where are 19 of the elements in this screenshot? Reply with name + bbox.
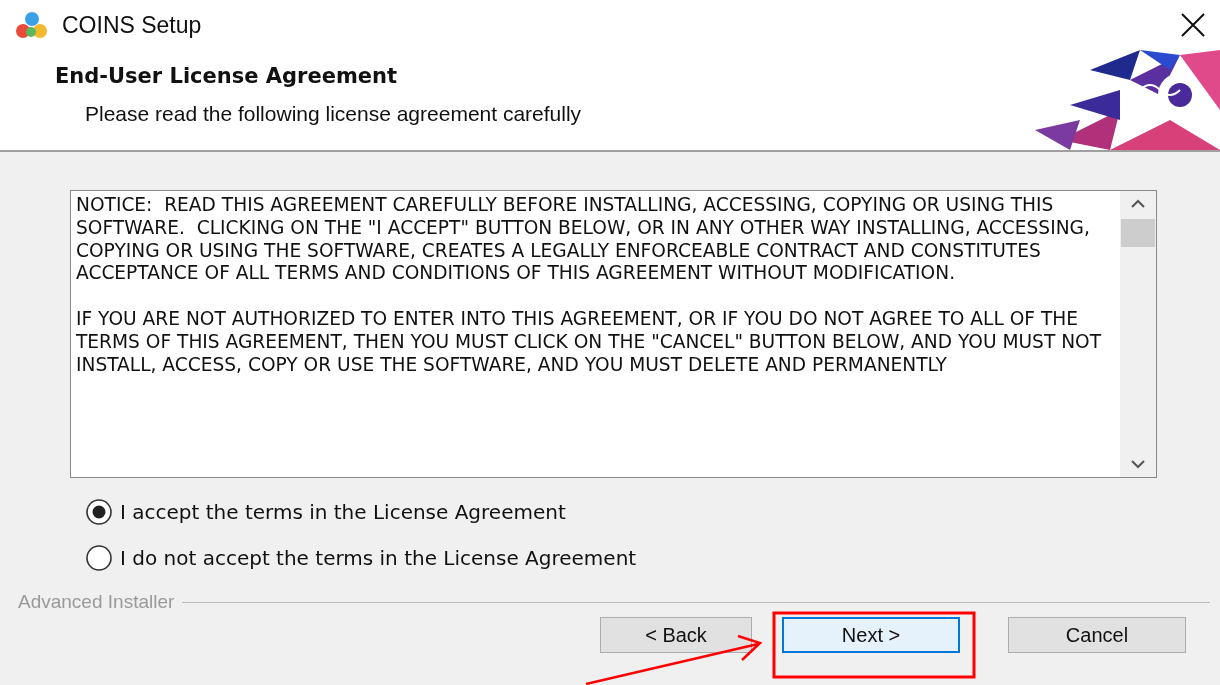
scroll-up-icon[interactable] <box>1130 199 1146 209</box>
app-icon <box>14 10 50 40</box>
license-paragraph: IF YOU ARE NOT AUTHORIZED TO ENTER INTO THIS AGREEMENT, OR IF YOU DO NOT AGREE TO ALL OF THE TERMS OF THIS AGREEMENT, THEN YOU MUST CLICK ON THE "CANCEL" BUTTON BELOW, AND YOU MUST NOT INSTALL, ACCESS, COPY OR USE THE SOFTWARE, AND YOU MUST DELETE AND PERMANENTLY <box>76 308 1103 377</box>
close-icon[interactable] <box>1180 12 1206 38</box>
wizard-button[interactable]: Next > <box>782 617 960 653</box>
window-title: COINS Setup <box>62 11 203 39</box>
radio-option[interactable]: I accept the terms in the License Agreement <box>85 498 566 526</box>
header-title: End-User License Agreement <box>55 64 399 88</box>
scroll-down-icon[interactable] <box>1130 459 1146 469</box>
installer-brand: Advanced Installer <box>18 591 175 613</box>
wizard-button[interactable]: < Back <box>600 617 752 653</box>
wizard-button[interactable]: Cancel <box>1008 617 1186 653</box>
scroll-thumb[interactable] <box>1121 219 1155 247</box>
scrollbar[interactable] <box>1120 191 1156 477</box>
radio-button[interactable] <box>85 544 113 572</box>
radio-option[interactable]: I do not accept the terms in the License Agreement <box>85 544 637 572</box>
license-paragraph: NOTICE: READ THIS AGREEMENT CAREFULLY BEFORE INSTALLING, ACCESSING, COPYING OR USING THIS SOFTWARE. CLICKING ON THE "I ACCEPT" BUTTON BELOW, OR IN ANY OTHER WAY INSTALLING, ACCESSING, COPYING OR USING THE SOFTWARE, CREATES A LEGALLY ENFORCEABLE CONTRACT AND CONSTITUTES ACCEPTANCE OF ALL TERMS AND CONDITIONS OF THIS AGREEMENT WITHOUT MODIFICATION. <box>76 194 1091 286</box>
radio-button[interactable] <box>85 498 113 526</box>
header-subtitle: Please read the following license agreement carefully <box>85 102 583 126</box>
